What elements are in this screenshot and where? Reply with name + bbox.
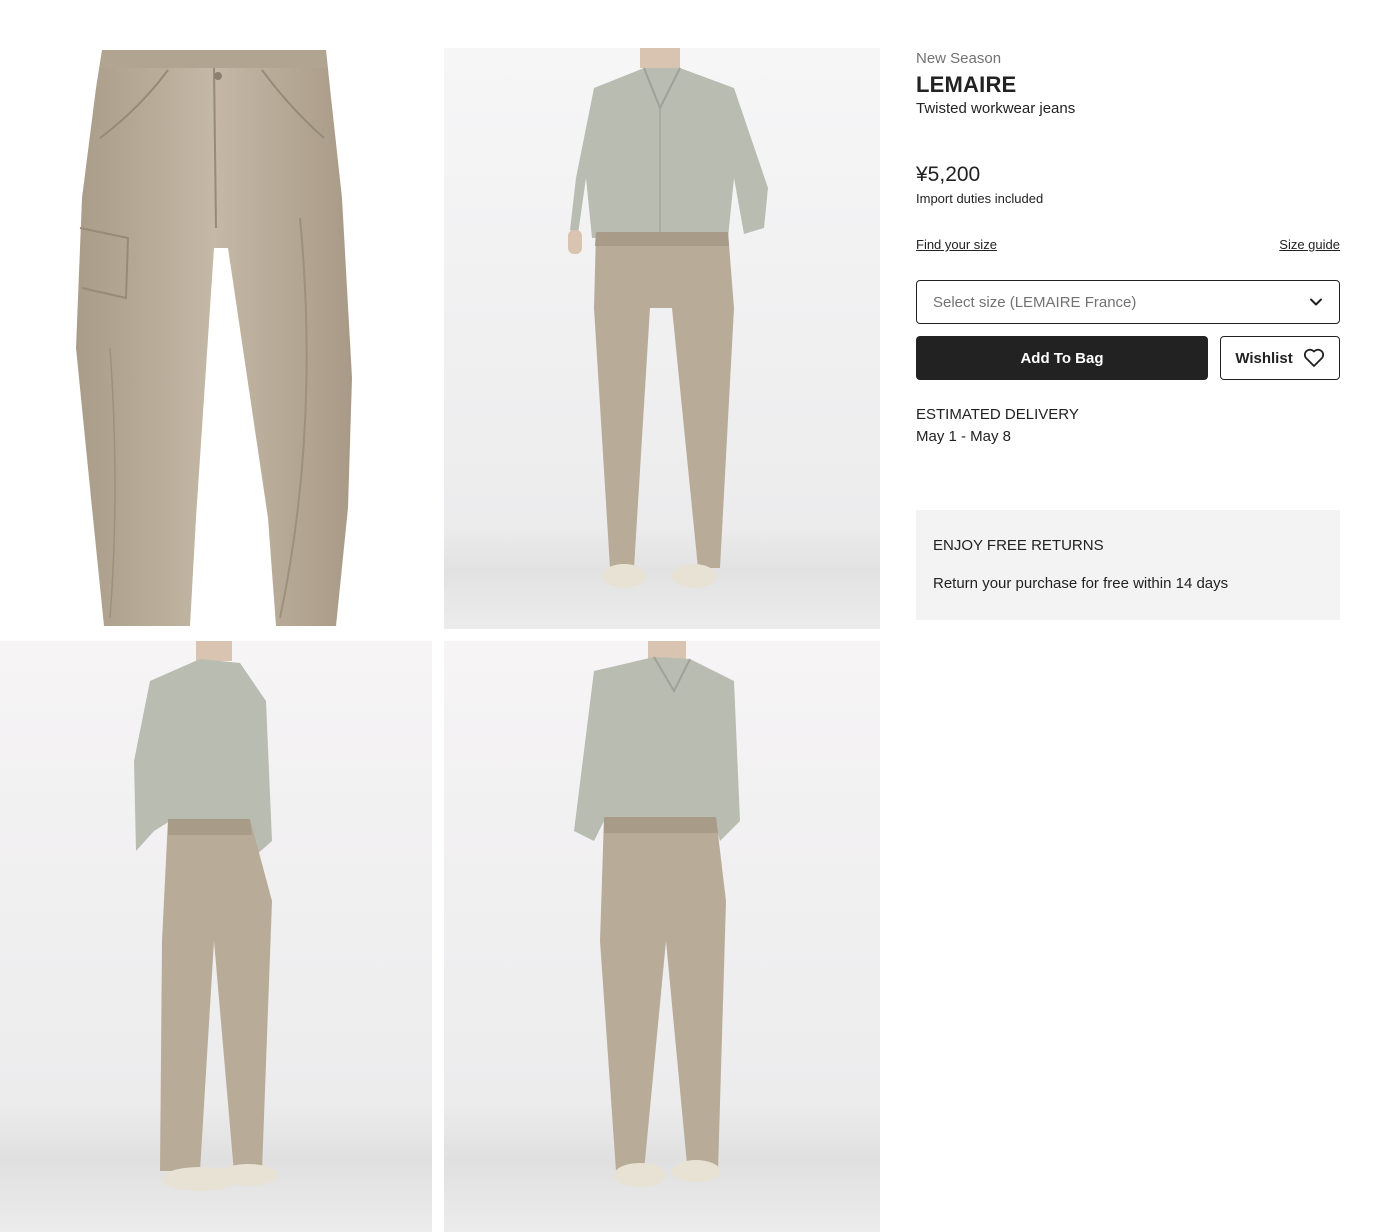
model-three-quarter-image (444, 641, 880, 1232)
product-name: Twisted workwear jeans (916, 100, 1076, 117)
delivery-dates: May 1 - May 8 (916, 428, 1012, 445)
model-front-image (444, 48, 880, 629)
size-links: Find your size Size guide (916, 236, 1340, 254)
product-image-model-front[interactable] (444, 48, 880, 629)
heart-icon (1303, 348, 1324, 367)
model-side-image (0, 641, 432, 1232)
product-gallery (0, 0, 880, 1232)
product-image-flat-lay[interactable] (0, 48, 432, 629)
wishlist-button[interactable]: Wishlist (1220, 336, 1340, 380)
duties-note: Import duties included (916, 191, 1044, 206)
product-image-model-three-quarter[interactable] (444, 641, 880, 1232)
find-your-size-link[interactable]: Find your size (916, 236, 997, 254)
size-select-placeholder: Select size (LEMAIRE France) (933, 293, 1137, 311)
product-price: ¥5,200 (916, 163, 981, 186)
delivery-label: ESTIMATED DELIVERY (916, 406, 1079, 423)
returns-description: Return your purchase for free within 14 … (933, 575, 1229, 592)
chevron-down-icon (1310, 298, 1322, 306)
flat-lay-jeans-image (76, 50, 352, 626)
add-to-bag-button[interactable]: Add To Bag (916, 336, 1208, 380)
product-info-panel: New Season LEMAIRE Twisted workwear jean… (916, 48, 1340, 620)
size-guide-link[interactable]: Size guide (1279, 236, 1340, 254)
brand-name[interactable]: LEMAIRE (916, 71, 1340, 99)
purchase-actions: Add To Bag Wishlist (916, 336, 1340, 380)
estimated-delivery: ESTIMATED DELIVERY May 1 - May 8 (916, 404, 1340, 448)
season-label: New Season (916, 50, 1002, 67)
product-image-model-side[interactable] (0, 641, 432, 1232)
size-select[interactable]: Select size (LEMAIRE France) (916, 280, 1340, 324)
returns-title: ENJOY FREE RETURNS (933, 537, 1104, 554)
free-returns-panel: ENJOY FREE RETURNS Return your purchase … (916, 510, 1340, 620)
wishlist-label: Wishlist (1235, 349, 1293, 367)
